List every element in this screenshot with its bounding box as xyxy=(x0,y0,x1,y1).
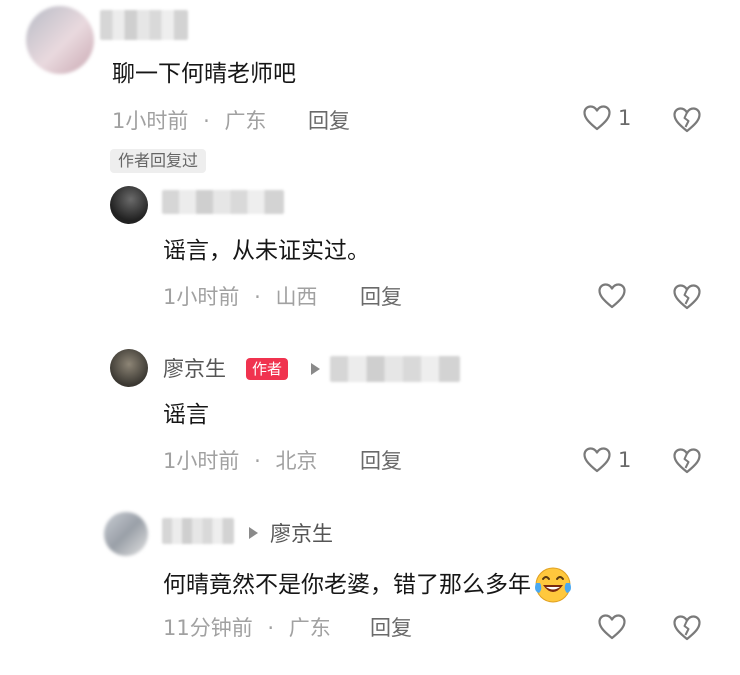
dislike-button[interactable] xyxy=(672,447,702,479)
heart-outline-icon xyxy=(583,105,611,131)
avatar[interactable] xyxy=(104,512,148,556)
avatar[interactable] xyxy=(26,6,94,74)
broken-heart-icon xyxy=(673,284,701,310)
comment-meta: 11分钟前 · 广东 xyxy=(163,614,331,642)
author-name[interactable]: 廖京生 xyxy=(163,355,226,383)
username-blurred[interactable] xyxy=(162,518,234,544)
comment-text: 聊一下何晴老师吧 xyxy=(112,61,296,87)
comment-location: 北京 xyxy=(275,449,318,473)
heart-outline-icon xyxy=(583,447,611,473)
heart-outline-icon xyxy=(598,283,626,309)
username-blurred[interactable] xyxy=(162,190,284,214)
dislike-button[interactable] xyxy=(672,614,702,646)
meta-separator: · xyxy=(254,449,261,473)
comment-text: 谣言，从未证实过。 xyxy=(163,238,370,264)
heart-outline-icon xyxy=(598,614,626,640)
laughing-crying-emoji-icon xyxy=(535,567,571,603)
comment-time: 1小时前 xyxy=(163,449,240,473)
avatar[interactable] xyxy=(110,186,148,224)
meta-separator: · xyxy=(254,285,261,309)
comment-time: 1小时前 xyxy=(112,109,189,133)
like-button[interactable]: 1 xyxy=(582,446,631,474)
author-tag: 作者 xyxy=(246,358,289,380)
meta-separator: · xyxy=(203,109,210,133)
comment-meta: 1小时前 · 山西 xyxy=(163,283,317,311)
comment-location: 广东 xyxy=(288,616,331,640)
comment-text: 何晴竟然不是你老婆，错了那么多年 xyxy=(163,565,573,605)
broken-heart-icon xyxy=(673,448,701,474)
reply-to-name[interactable]: 廖京生 xyxy=(270,520,333,548)
triangle-right-icon xyxy=(311,363,320,375)
comment-text-content: 何晴竟然不是你老婆，错了那么多年 xyxy=(163,572,531,598)
comment-meta: 1小时前 · 广东 xyxy=(112,107,266,135)
comment-location: 广东 xyxy=(224,109,267,133)
author-replied-badge: 作者回复过 xyxy=(110,149,207,173)
meta-separator: · xyxy=(267,616,275,640)
comment-time: 1小时前 xyxy=(163,285,240,309)
dislike-button[interactable] xyxy=(672,283,702,315)
avatar[interactable] xyxy=(110,349,148,387)
dislike-button[interactable] xyxy=(672,106,702,138)
username-blurred[interactable] xyxy=(100,10,188,40)
comment-text: 谣言 xyxy=(163,402,209,428)
reply-button[interactable]: 回复 xyxy=(360,283,402,311)
comment-time: 11分钟前 xyxy=(163,616,253,640)
reply-button[interactable]: 回复 xyxy=(360,447,402,475)
like-count: 1 xyxy=(618,106,632,130)
comment-location: 山西 xyxy=(275,285,318,309)
broken-heart-icon xyxy=(673,107,701,133)
comment-meta: 1小时前 · 北京 xyxy=(163,447,317,475)
reply-button[interactable]: 回复 xyxy=(370,614,412,642)
like-button[interactable] xyxy=(597,282,633,310)
broken-heart-icon xyxy=(673,615,701,641)
reply-button[interactable]: 回复 xyxy=(308,107,350,135)
triangle-right-icon xyxy=(249,527,258,539)
reply-to-blurred[interactable] xyxy=(330,356,460,382)
like-button[interactable] xyxy=(597,613,633,641)
like-button[interactable]: 1 xyxy=(582,104,631,132)
like-count: 1 xyxy=(618,448,632,472)
